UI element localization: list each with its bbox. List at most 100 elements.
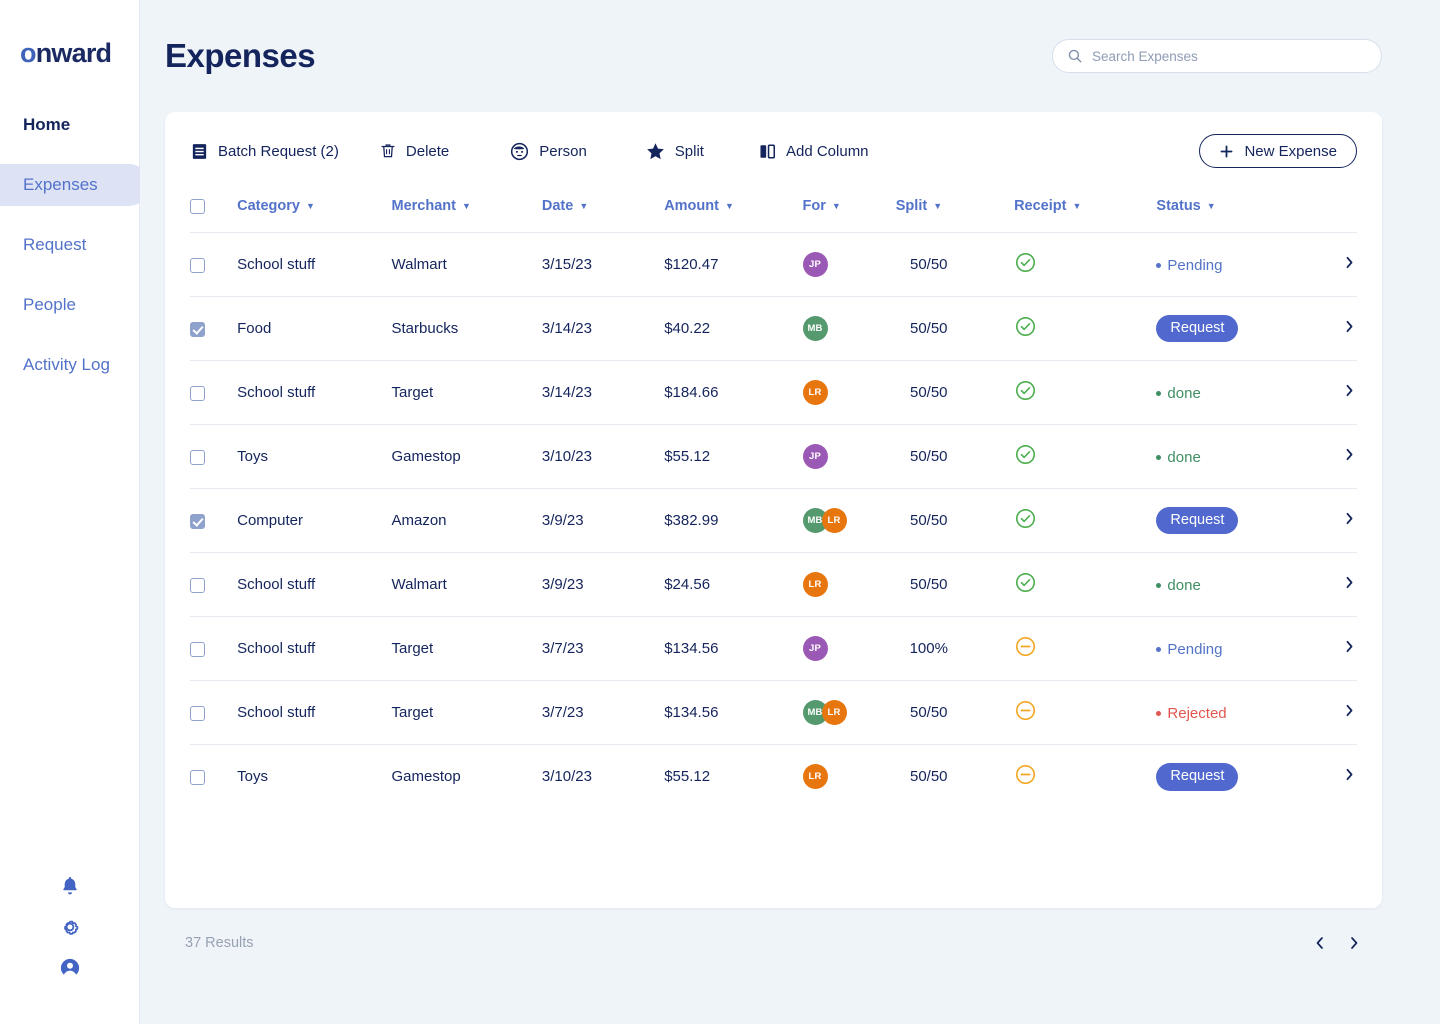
row-checkbox[interactable] [190, 513, 205, 529]
cell-row-action[interactable] [1301, 296, 1357, 361]
table-row[interactable]: Toys Gamestop 3/10/23 $55.12 JP 50/50 done [190, 424, 1357, 489]
row-checkbox[interactable] [190, 641, 205, 657]
column-label: For [802, 198, 826, 214]
chevron-down-icon: ▼ [831, 200, 841, 211]
cell-receipt[interactable] [1014, 616, 1157, 681]
row-expand-button[interactable] [1342, 767, 1357, 786]
table-row[interactable]: School stuff Target 3/7/23 $134.56 MB LR 50/50… [190, 680, 1357, 745]
cell-merchant: Amazon [391, 488, 542, 553]
sidebar-item-activity-log[interactable]: Activity Log [0, 344, 150, 386]
row-checkbox[interactable] [190, 385, 205, 401]
select-all-checkbox[interactable] [190, 198, 205, 214]
sidebar-item-home[interactable]: Home [0, 104, 150, 146]
table-row[interactable]: School stuff Target 3/14/23 $184.66 LR 50/50 d… [190, 360, 1357, 425]
row-expand-button[interactable] [1342, 319, 1357, 338]
cell-status: done [1156, 360, 1302, 425]
search-bar[interactable] [1052, 39, 1382, 73]
table-row[interactable]: Toys Gamestop 3/10/23 $55.12 LR 50/50 Request [190, 744, 1357, 809]
row-checkbox[interactable] [190, 769, 205, 785]
table-row[interactable]: School stuff Target 3/7/23 $134.56 JP 100% Pen… [190, 616, 1357, 681]
avatar-group: MB LR [802, 508, 896, 533]
avatar[interactable]: LR [821, 700, 847, 725]
row-checkbox[interactable] [190, 449, 205, 465]
search-input[interactable] [1092, 48, 1367, 64]
avatar[interactable]: LR [802, 764, 828, 790]
row-expand-button[interactable] [1342, 639, 1357, 658]
cell-row-action[interactable] [1301, 744, 1357, 809]
new-expense-button[interactable]: New Expense [1199, 134, 1357, 168]
cell-receipt[interactable] [1014, 744, 1157, 809]
add-column-button[interactable]: Add Column [758, 142, 869, 161]
row-select-cell [190, 424, 238, 489]
cell-receipt[interactable] [1014, 552, 1157, 617]
cell-receipt[interactable] [1014, 424, 1157, 489]
row-expand-button[interactable] [1342, 383, 1357, 402]
cell-row-action[interactable] [1301, 232, 1357, 297]
column-header-amount[interactable]: Amount ▼ [664, 190, 802, 233]
cell-row-action[interactable] [1301, 424, 1357, 489]
next-page-button[interactable] [1346, 935, 1362, 951]
row-expand-button[interactable] [1342, 703, 1357, 722]
bell-icon[interactable] [58, 874, 82, 898]
row-expand-button[interactable] [1342, 255, 1357, 274]
split-button[interactable]: Split [645, 141, 704, 162]
column-header-date[interactable]: Date ▼ [542, 190, 664, 233]
status-request-pill[interactable]: Request [1156, 314, 1239, 343]
table-row[interactable]: School stuff Walmart 3/15/23 $120.47 JP 50/50… [190, 232, 1357, 297]
row-expand-button[interactable] [1342, 575, 1357, 594]
sidebar-item-people[interactable]: People [0, 284, 150, 326]
row-expand-button[interactable] [1342, 447, 1357, 466]
row-checkbox[interactable] [190, 705, 205, 721]
avatar[interactable]: JP [802, 636, 828, 661]
avatar[interactable]: LR [802, 380, 828, 405]
cell-merchant: Gamestop [391, 424, 542, 489]
account-icon[interactable] [58, 956, 82, 980]
cell-row-action[interactable] [1301, 552, 1357, 617]
cell-receipt[interactable] [1014, 296, 1157, 361]
avatar[interactable]: LR [802, 572, 828, 597]
logo[interactable]: onward [0, 0, 139, 88]
row-select-cell [190, 296, 238, 361]
cell-row-action[interactable] [1301, 680, 1357, 745]
table-row[interactable]: Computer Amazon 3/9/23 $382.99 MB LR 50/50 Requ… [190, 488, 1357, 553]
person-button[interactable]: Person [509, 141, 587, 162]
gear-icon[interactable] [58, 915, 82, 939]
status-request-pill[interactable]: Request [1156, 506, 1239, 535]
column-header-category[interactable]: Category ▼ [237, 190, 391, 233]
delete-button[interactable]: Delete [379, 142, 449, 160]
cell-receipt[interactable] [1014, 360, 1157, 425]
row-checkbox[interactable] [190, 257, 205, 273]
column-header-merchant[interactable]: Merchant ▼ [392, 190, 542, 233]
row-checkbox[interactable] [190, 321, 205, 337]
chevron-down-icon: ▼ [724, 200, 734, 211]
avatar[interactable]: JP [802, 444, 828, 469]
sidebar-item-request[interactable]: Request [0, 224, 150, 266]
cell-merchant: Target [391, 680, 542, 745]
cell-row-action[interactable] [1301, 488, 1357, 553]
column-header-for[interactable]: For ▼ [803, 190, 896, 233]
cell-category: Computer [237, 488, 392, 553]
sidebar-item-expenses[interactable]: Expenses [0, 164, 150, 206]
status-request-pill[interactable]: Request [1156, 763, 1239, 791]
column-header-split[interactable]: Split ▼ [896, 190, 1014, 233]
prev-page-button[interactable] [1312, 935, 1328, 951]
table-row[interactable]: Food Starbucks 3/14/23 $40.22 MB 50/50 Request [190, 296, 1357, 361]
person-label: Person [539, 142, 587, 160]
cell-date: 3/7/23 [541, 680, 665, 745]
cell-receipt[interactable] [1014, 232, 1157, 297]
batch-request-button[interactable]: Batch Request (2) [190, 142, 339, 161]
cell-receipt[interactable] [1014, 680, 1157, 745]
avatar[interactable]: MB [802, 316, 828, 341]
avatar[interactable]: JP [802, 252, 828, 277]
cell-receipt[interactable] [1014, 488, 1157, 553]
cell-row-action[interactable] [1301, 616, 1357, 681]
row-checkbox[interactable] [190, 577, 205, 593]
table-row[interactable]: School stuff Walmart 3/9/23 $24.56 LR 50/50 do… [190, 552, 1357, 617]
column-header-status[interactable]: Status ▼ [1156, 190, 1301, 233]
cell-row-action[interactable] [1301, 360, 1357, 425]
row-expand-button[interactable] [1342, 511, 1357, 530]
avatar[interactable]: LR [821, 508, 847, 533]
column-header-receipt[interactable]: Receipt ▼ [1014, 190, 1156, 233]
cell-category: School stuff [237, 232, 392, 297]
cell-category: Toys [237, 424, 392, 489]
